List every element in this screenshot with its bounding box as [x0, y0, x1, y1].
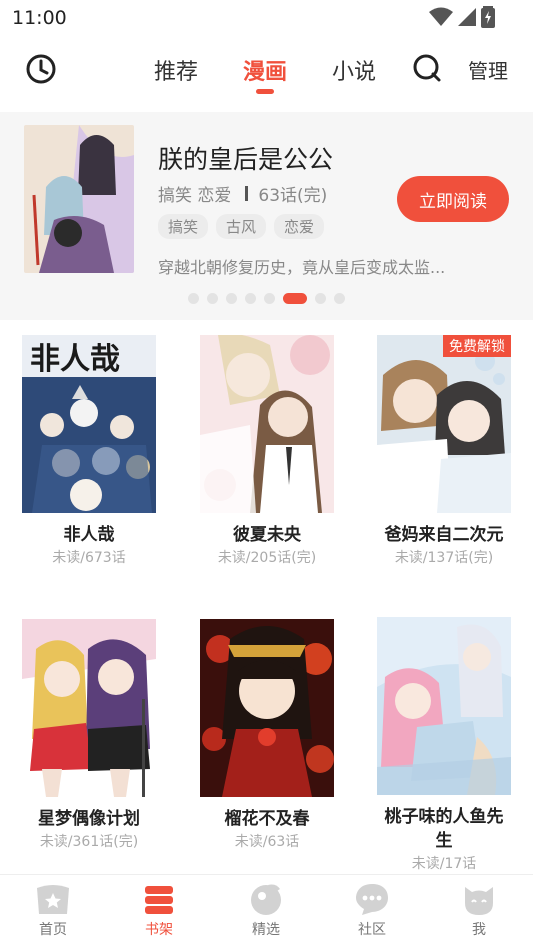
svg-text:非人哉: 非人哉	[30, 342, 120, 377]
nav-item-home[interactable]: 首页	[18, 881, 88, 939]
nav-label: 书架	[145, 922, 173, 938]
banner-chapters: 63话(完)	[258, 186, 328, 206]
clock-icon	[26, 54, 56, 84]
manage-button[interactable]: 管理	[468, 55, 508, 84]
history-button[interactable]	[24, 52, 58, 86]
banner-tags: 搞笑 古风 恋爱	[158, 214, 325, 239]
status-icons	[429, 6, 495, 28]
comic-title: 榴花不及春	[224, 809, 310, 829]
comic-cover-image[interactable]: 免费解锁	[377, 335, 511, 513]
tab-comics[interactable]: 漫画	[243, 54, 287, 86]
meta-separator	[245, 186, 249, 201]
featured-banner[interactable]: 朕的皇后是公公 搞笑 恋爱 63话(完) 搞笑 古风 恋爱 穿越北朝修复历史，竟…	[0, 112, 533, 320]
comic-title: 彼夏未央	[233, 525, 301, 545]
nav-item-featured[interactable]: 精选	[231, 881, 301, 939]
comic-progress: 未读/17话	[411, 856, 477, 872]
comic-progress: 未读/205话(完)	[217, 550, 317, 566]
active-tab-indicator	[256, 89, 274, 94]
comic-card[interactable]: 非人哉 非人哉 未读/673话	[22, 335, 156, 567]
profile-icon	[461, 881, 497, 917]
tab-recommend[interactable]: 推荐	[154, 54, 198, 86]
carousel-dot[interactable]	[207, 293, 218, 304]
nav-item-bookshelf[interactable]: 书架	[124, 881, 194, 939]
featured-icon	[248, 881, 284, 917]
tab-novels[interactable]: 小说	[332, 54, 376, 86]
bottom-nav: 首页 书架 精选 社区 我	[0, 874, 533, 948]
comic-card[interactable]: 彼夏未央 未读/205话(完)	[200, 335, 334, 567]
bookshelf-icon	[141, 881, 177, 917]
comic-cover-image[interactable]	[377, 617, 511, 795]
comic-cover-image[interactable]: 非人哉	[22, 335, 156, 513]
nav-label: 精选	[252, 922, 280, 938]
comic-cover-image[interactable]	[22, 619, 156, 797]
battery-icon	[481, 6, 495, 28]
home-icon	[35, 881, 71, 917]
nav-label: 社区	[358, 922, 386, 938]
nav-label: 首页	[39, 922, 67, 938]
comic-progress: 未读/137话(完)	[394, 550, 494, 566]
free-unlock-badge: 免费解锁	[443, 335, 511, 357]
search-button[interactable]	[411, 52, 443, 84]
carousel-dot[interactable]	[264, 293, 275, 304]
banner-description: 穿越北朝修复历史，竟从皇后变成太监...	[158, 258, 446, 277]
carousel-dot-active[interactable]	[283, 293, 307, 304]
comic-cover-image[interactable]	[200, 619, 334, 797]
carousel-dot[interactable]	[188, 293, 199, 304]
banner-genres: 搞笑 恋爱	[158, 186, 232, 206]
nav-item-community[interactable]: 社区	[337, 881, 407, 939]
status-bar: 11:00	[0, 0, 533, 36]
wifi-icon	[429, 7, 453, 26]
comic-card[interactable]: 桃子味的人鱼先生 未读/17话	[377, 617, 511, 873]
banner-meta: 搞笑 恋爱 63话(完)	[158, 181, 327, 206]
carousel-dot[interactable]	[334, 293, 345, 304]
banner-tag: 搞笑	[158, 214, 209, 239]
community-icon	[354, 881, 390, 917]
comic-progress: 未读/63话	[234, 834, 300, 850]
comic-card[interactable]: 星梦偶像计划 未读/361话(完)	[22, 619, 156, 851]
carousel-dot[interactable]	[315, 293, 326, 304]
banner-tag: 恋爱	[274, 214, 325, 239]
carousel-dot[interactable]	[245, 293, 256, 304]
comic-title: 爸妈来自二次元	[384, 525, 504, 545]
read-now-button[interactable]: 立即阅读	[397, 176, 509, 222]
carousel-dot[interactable]	[226, 293, 237, 304]
banner-cover-image[interactable]	[24, 125, 134, 273]
comic-progress: 未读/673话	[52, 550, 126, 566]
cellular-icon	[458, 8, 476, 26]
comic-card[interactable]: 榴花不及春 未读/63话	[200, 619, 334, 851]
comic-title: 桃子味的人鱼先生	[384, 807, 504, 851]
nav-label: 我	[472, 922, 486, 938]
banner-tag: 古风	[216, 214, 267, 239]
comic-title: 星梦偶像计划	[38, 809, 140, 829]
top-nav: 推荐 漫画 小说 管理	[0, 36, 533, 112]
status-time: 11:00	[12, 7, 67, 29]
carousel-dots	[188, 293, 345, 304]
comic-progress: 未读/361话(完)	[39, 834, 139, 850]
search-icon	[413, 54, 441, 82]
comic-card[interactable]: 免费解锁 爸妈来自二次元 未读/137话(完)	[377, 335, 511, 567]
comic-title: 非人哉	[63, 525, 115, 545]
nav-item-profile[interactable]: 我	[444, 881, 514, 939]
banner-title: 朕的皇后是公公	[158, 145, 334, 174]
comic-cover-image[interactable]	[200, 335, 334, 513]
